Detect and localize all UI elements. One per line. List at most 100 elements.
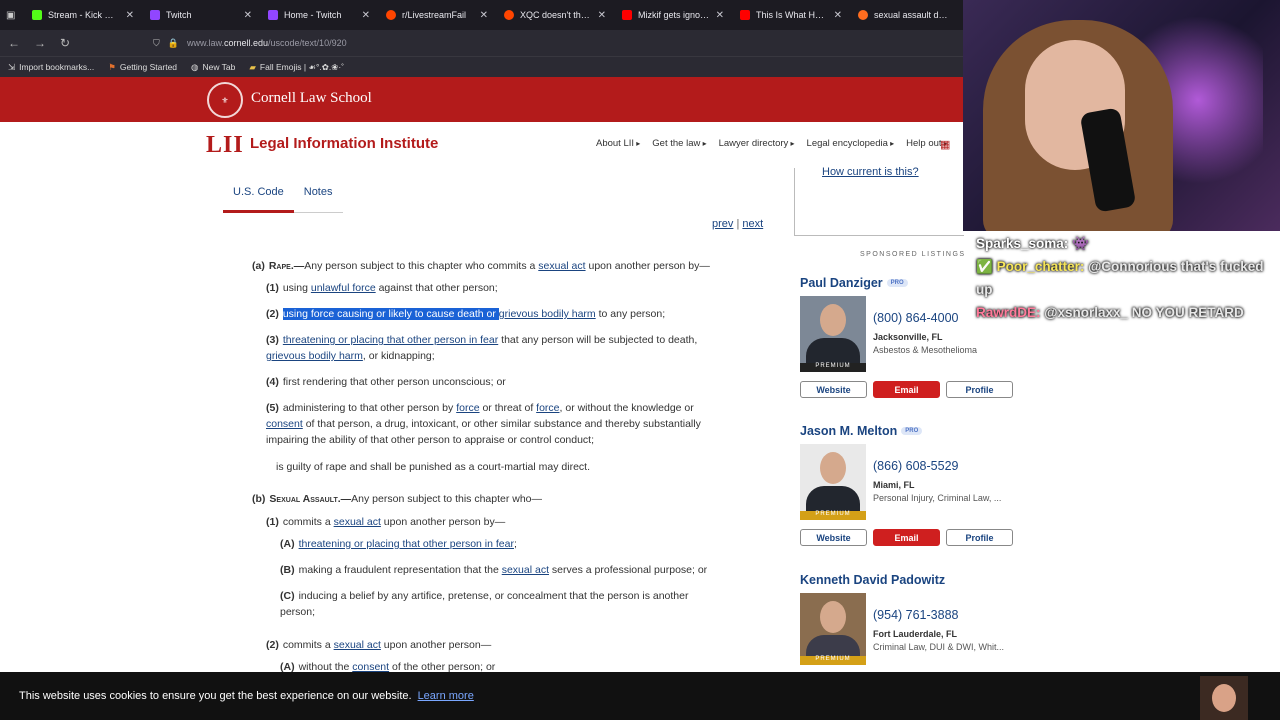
paragraph-a3-cont: grievous bodily harm, or kidnapping;	[266, 350, 435, 362]
lawyer-photo[interactable]: PREMIUM	[800, 593, 866, 665]
email-button[interactable]: Email	[873, 381, 940, 398]
lawyer-phone[interactable]: (866) 608-5529	[873, 459, 958, 473]
paragraph-a5: (5) administering to that other person by…	[266, 402, 694, 414]
premium-badge: PREMIUM	[800, 656, 866, 665]
subsection-b: (b) Sexual Assault.—Any person subject to…	[252, 493, 543, 505]
prev-link[interactable]: prev	[712, 218, 733, 230]
globe-icon: ◍	[191, 61, 199, 72]
profile-button[interactable]: Profile	[946, 529, 1013, 546]
shield-icon[interactable]: ⛉	[153, 38, 160, 49]
browser-tab[interactable]: r/LivestreamFail ✕	[378, 0, 496, 30]
back-icon[interactable]: ←	[8, 36, 20, 50]
nav-about-lii[interactable]: About LII	[596, 138, 640, 149]
lawyer-name[interactable]: Paul Danziger	[800, 276, 883, 290]
next-link[interactable]: next	[742, 218, 763, 230]
threatening-link[interactable]: threatening or placing that other person…	[283, 334, 498, 346]
lii-name[interactable]: Legal Information Institute	[250, 135, 438, 152]
sexual-act-link[interactable]: sexual act	[502, 564, 549, 576]
highlighted-text[interactable]: using force causing or likely to cause d…	[282, 308, 499, 320]
cornell-seal-logo[interactable]: ⚜	[207, 82, 243, 118]
nav-get-the-law[interactable]: Get the law	[652, 138, 706, 149]
url-bar[interactable]: ⛉ 🔒 www.law.cornell.edu/uscode/text/10/9…	[153, 34, 963, 52]
profile-button[interactable]: Profile	[946, 381, 1013, 398]
close-icon[interactable]: ✕	[716, 10, 724, 21]
browser-tab[interactable]: sexual assault define	[850, 0, 960, 30]
browser-tab[interactable]: This Is What Happ ✕	[732, 0, 850, 30]
twitch-icon	[150, 10, 160, 20]
lawyer-name[interactable]: Kenneth David Padowitz	[800, 573, 945, 587]
lawyer-photo[interactable]: PREMIUM	[800, 296, 866, 372]
browser-tab[interactable]: Mizkif gets ignored and✕	[614, 0, 732, 30]
consent-link[interactable]: consent	[266, 418, 303, 430]
lawyer-photo[interactable]: PREMIUM	[800, 444, 866, 520]
premium-badge: PREMIUM	[800, 511, 866, 520]
subsection-a: (a) Rape.—Any person subject to this chap…	[252, 260, 710, 272]
chat-username: Sparks_soma:	[976, 236, 1069, 251]
paragraph-b1: (1) commits a sexual act upon another per…	[266, 516, 506, 528]
bookmark-getting-started[interactable]: ⚑ Getting Started	[108, 62, 177, 73]
force-link[interactable]: force	[456, 402, 479, 414]
grievous-bodily-harm-link[interactable]: grievous bodily harm	[266, 350, 363, 362]
pro-badge: PRO	[901, 427, 923, 435]
lii-logo[interactable]: LII	[206, 132, 244, 159]
website-button[interactable]: Website	[800, 529, 867, 546]
tab-us-code[interactable]: U.S. Code	[223, 182, 294, 213]
browser-tab[interactable]: Twitch ✕	[142, 0, 260, 30]
close-icon[interactable]: ✕	[598, 10, 606, 21]
search-result-icon	[858, 10, 868, 20]
browser-tab[interactable]: Home - Twitch ✕	[260, 0, 378, 30]
browser-tab[interactable]: ▣	[0, 0, 24, 30]
sexual-act-link[interactable]: sexual act	[334, 639, 381, 651]
subsection-a-closing: is guilty of rape and shall be punished …	[276, 461, 590, 473]
nav-lawyer-directory[interactable]: Lawyer directory	[719, 138, 795, 149]
unlawful-force-link[interactable]: unlawful force	[311, 282, 376, 294]
nav-legal-encyclopedia[interactable]: Legal encyclopedia	[807, 138, 895, 149]
close-icon[interactable]: ✕	[244, 10, 252, 21]
lock-icon[interactable]: 🔒	[168, 38, 179, 49]
lawyer-phone[interactable]: (800) 864-4000	[873, 311, 958, 325]
lawyer-city: Fort Lauderdale, FL	[873, 629, 958, 639]
top-navigation: About LII Get the law Lawyer directory L…	[596, 138, 948, 149]
sexual-act-link[interactable]: sexual act	[334, 516, 381, 528]
paragraph-a5-line2: consent of that person, a drug, intoxica…	[266, 418, 701, 430]
bookmark-new-tab[interactable]: ◍ New Tab	[191, 62, 235, 73]
email-button[interactable]: Email	[873, 529, 940, 546]
reload-icon[interactable]: ↻	[60, 36, 70, 50]
reddit-icon	[386, 10, 396, 20]
close-icon[interactable]: ✕	[126, 10, 134, 21]
close-icon[interactable]: ✕	[834, 10, 842, 21]
forward-icon[interactable]: →	[34, 36, 46, 50]
paragraph-a3: (3) threatening or placing that other per…	[266, 334, 698, 346]
how-current-link[interactable]: How current is this?	[822, 166, 919, 178]
close-icon[interactable]: ✕	[362, 10, 370, 21]
picture-in-picture-video[interactable]	[1200, 676, 1248, 720]
cornell-law-school-title[interactable]: Cornell Law School	[251, 90, 372, 107]
tab-notes[interactable]: Notes	[293, 182, 343, 213]
document-tabs: U.S. Code Notes	[223, 182, 343, 213]
bookmark-import[interactable]: ⇲ Import bookmarks...	[8, 62, 94, 73]
learn-more-link[interactable]: Learn more	[418, 690, 474, 702]
grievous-bodily-harm-link[interactable]: grievous bodily harm	[499, 308, 596, 320]
force-link[interactable]: force	[536, 402, 559, 414]
close-icon[interactable]: ✕	[480, 10, 488, 21]
sexual-act-link[interactable]: sexual act	[538, 260, 585, 272]
bookmark-fall-emojis[interactable]: ▰ Fall Emojis | ☙°.✿.❀·˚	[249, 62, 344, 73]
lawyer-phone[interactable]: (954) 761-3888	[873, 608, 958, 622]
threatening-link[interactable]: threatening or placing that other person…	[299, 538, 514, 550]
browser-tab[interactable]: XQC doesn't think Mizki✕	[496, 0, 614, 30]
url-text: www.law.cornell.edu/uscode/text/10/920	[186, 38, 347, 48]
reddit-icon	[504, 10, 514, 20]
youtube-icon	[740, 10, 750, 20]
gift-icon[interactable]: ▦	[940, 138, 950, 151]
import-icon: ⇲	[8, 61, 16, 72]
chat-badge-icon: ✅	[976, 259, 993, 274]
paragraph-a2: (2) using force causing or likely to caus…	[266, 308, 666, 320]
lawyer-city: Miami, FL	[873, 480, 915, 490]
lawyer-name[interactable]: Jason M. Melton	[800, 424, 897, 438]
browser-tab[interactable]: Stream - Kick Dashboard✕	[24, 0, 142, 30]
website-button[interactable]: Website	[800, 381, 867, 398]
tab-list-icon[interactable]: ▣	[6, 10, 15, 21]
lawyer-city: Jacksonville, FL	[873, 332, 943, 342]
twitch-icon	[268, 10, 278, 20]
chat-message: Sparks_soma: 👾	[976, 236, 1089, 251]
